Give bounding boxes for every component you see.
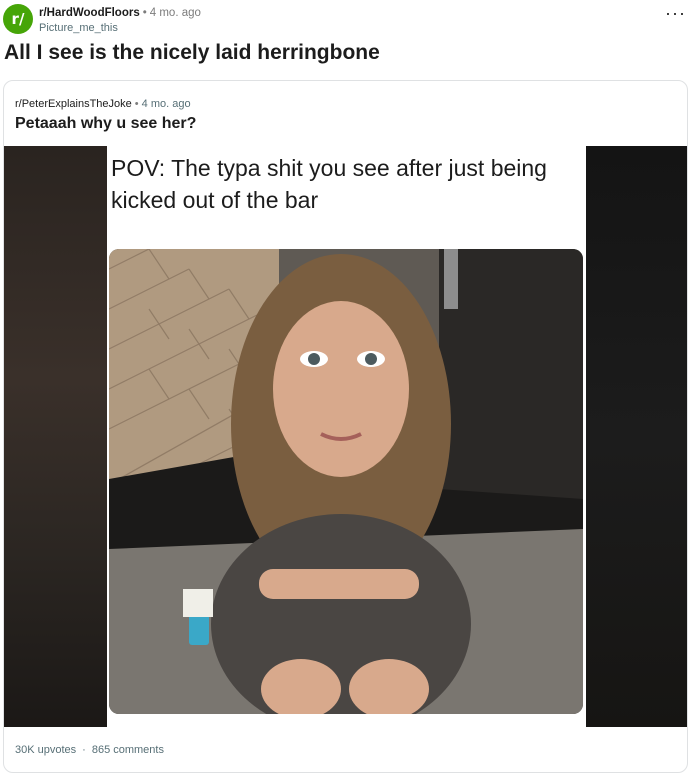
more-options-icon[interactable]: ··· bbox=[665, 4, 686, 22]
subreddit-avatar-icon[interactable]: r/ bbox=[3, 4, 33, 34]
crosspost-title[interactable]: Petaaah why u see her? bbox=[15, 115, 196, 133]
stats-separator: · bbox=[82, 744, 86, 756]
post-media[interactable]: POV: The typa shit you see after just be… bbox=[4, 146, 687, 727]
meme-photo bbox=[109, 249, 583, 714]
post-header: r/ r/HardWoodFloors • 4 mo. ago Picture_me… bbox=[0, 0, 692, 40]
subreddit-meta: r/HardWoodFloors • 4 mo. ago bbox=[39, 7, 201, 20]
author-link[interactable]: Picture_me_this bbox=[39, 22, 118, 34]
meta-separator: • bbox=[134, 98, 139, 110]
meta-separator: • bbox=[142, 7, 147, 19]
comment-count[interactable]: 865 comments bbox=[92, 744, 164, 756]
subreddit-link[interactable]: r/HardWoodFloors bbox=[39, 7, 140, 19]
meme-image: POV: The typa shit you see after just be… bbox=[107, 146, 586, 727]
media-blur-left bbox=[4, 146, 107, 727]
crosspost-subreddit-link[interactable]: r/PeterExplainsTheJoke bbox=[15, 98, 132, 110]
post-time: 4 mo. ago bbox=[149, 7, 201, 19]
crosspost-stats: 30K upvotes · 865 comments bbox=[15, 744, 164, 756]
crosspost-card[interactable]: r/PeterExplainsTheJoke • 4 mo. ago Petaaah… bbox=[3, 80, 688, 773]
crosspost-meta: r/PeterExplainsTheJoke • 4 mo. ago bbox=[15, 98, 191, 110]
meme-caption: POV: The typa shit you see after just be… bbox=[111, 155, 547, 213]
media-blur-right bbox=[586, 146, 687, 727]
crosspost-time: 4 mo. ago bbox=[141, 98, 191, 110]
photo-illustration bbox=[109, 249, 583, 714]
post-title[interactable]: All I see is the nicely laid herringbone bbox=[4, 40, 380, 66]
upvote-count: 30K upvotes bbox=[15, 744, 77, 756]
